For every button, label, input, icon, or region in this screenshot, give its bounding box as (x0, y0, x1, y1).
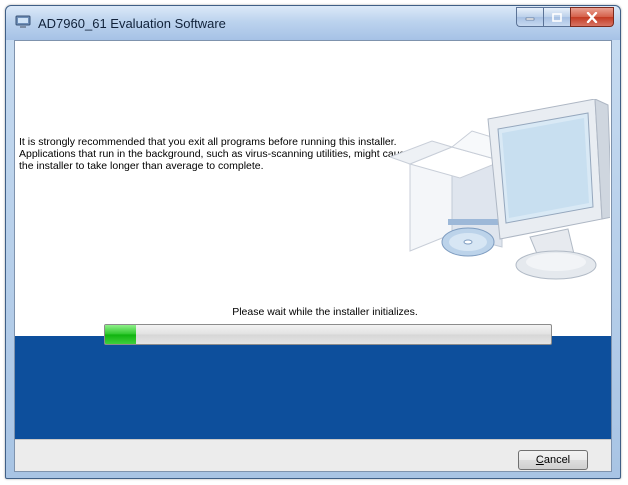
footer-bar: Cancel (15, 439, 611, 471)
recommendation-message: It is strongly recommended that you exit… (19, 136, 411, 172)
window-title: AD7960_61 Evaluation Software (38, 16, 226, 31)
title-bar[interactable]: AD7960_61 Evaluation Software (6, 6, 620, 40)
maximize-icon (552, 12, 562, 22)
progress-fill (105, 325, 137, 344)
progress-bar (104, 324, 552, 345)
caption-buttons (516, 7, 614, 27)
installer-window: AD7960_61 Evaluation Software It is stro… (5, 5, 621, 479)
close-button[interactable] (570, 7, 614, 27)
installer-app-icon (15, 15, 31, 28)
installer-content: It is strongly recommended that you exit… (14, 40, 612, 472)
minimize-button[interactable] (516, 7, 543, 27)
cancel-button[interactable]: Cancel (518, 450, 588, 470)
blue-banner (15, 336, 611, 439)
maximize-button[interactable] (543, 7, 570, 27)
status-text: Please wait while the installer initiali… (232, 306, 418, 318)
cancel-label: ancel (543, 454, 571, 466)
cancel-accelerator: C (535, 454, 544, 466)
computer-illustration (390, 99, 610, 280)
minimize-icon (525, 17, 535, 21)
close-icon (586, 11, 598, 23)
